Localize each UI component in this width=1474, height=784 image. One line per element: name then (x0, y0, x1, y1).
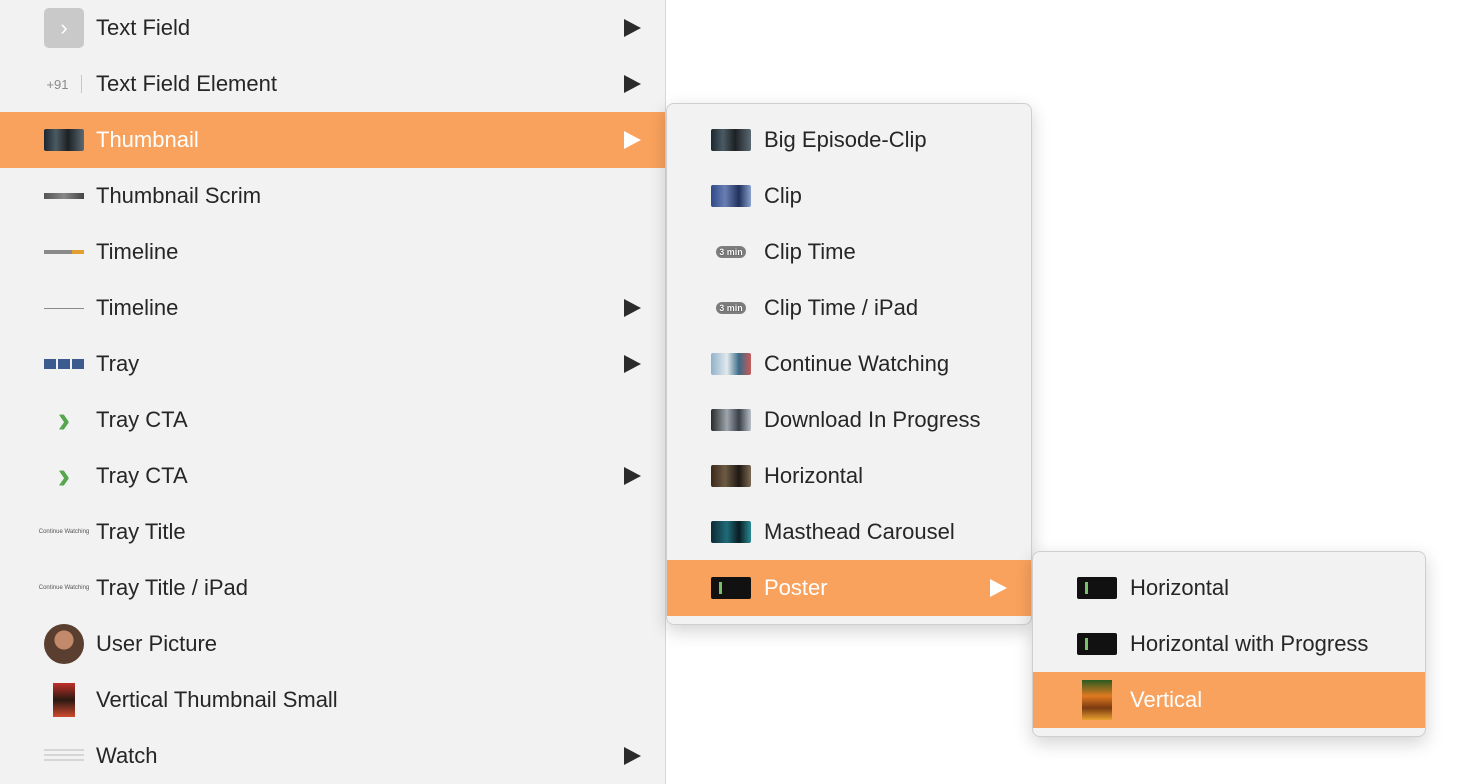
submenu-arrow-icon (624, 19, 641, 37)
poster-horizontal-icon (1077, 577, 1117, 599)
menu-item-timeline-group[interactable]: Timeline (0, 280, 665, 336)
menu-item-label: User Picture (96, 631, 218, 656)
menu-item-label: Timeline (96, 239, 179, 264)
menu-item-label: Tray CTA (96, 407, 188, 432)
poster-vertical-icon (1082, 680, 1112, 720)
menu-item-label: Tray (96, 351, 140, 376)
submenu-arrow-icon (624, 355, 641, 373)
poster-thumbnail-icon (711, 577, 751, 599)
episode-thumbnail-icon (711, 129, 751, 151)
submenu-arrow-icon (624, 747, 641, 765)
menu-item-label: Clip Time / iPad (764, 295, 919, 320)
menu-item-thumbnail-scrim[interactable]: Thumbnail Scrim (0, 168, 665, 224)
submenu-item-clip[interactable]: Clip (667, 168, 1031, 224)
horizontal-thumbnail-icon (711, 465, 751, 487)
duration-pill-icon: 3 min (716, 246, 746, 258)
scrim-bar-icon (44, 193, 84, 199)
menu-item-vertical-thumbnail-small[interactable]: Vertical Thumbnail Small (0, 672, 665, 728)
submenu-item-poster[interactable]: Poster (667, 560, 1031, 616)
masthead-thumbnail-icon (711, 521, 751, 543)
download-thumbnail-icon (711, 409, 751, 431)
poster-item-horizontal-with-progress[interactable]: Horizontal with Progress (1033, 616, 1425, 672)
menu-item-tray-title[interactable]: Continue Watching Tray Title (0, 504, 665, 560)
menu-item-label: Horizontal (764, 463, 864, 488)
menu-item-text-field-element[interactable]: +91 Text Field Element (0, 56, 665, 112)
menu-item-label: Text Field (96, 15, 191, 40)
menu-item-label: Clip (764, 183, 802, 208)
menu-item-label: Vertical Thumbnail Small (96, 687, 338, 712)
menu-item-label: Clip Time (764, 239, 856, 264)
menu-item-label: Big Episode-Clip (764, 127, 927, 152)
submenu-item-masthead-carousel[interactable]: Masthead Carousel (667, 504, 1031, 560)
submenu-item-clip-time[interactable]: 3 min Clip Time (667, 224, 1031, 280)
watch-lines-icon (44, 749, 84, 763)
menu-item-label: Horizontal with Progress (1130, 631, 1369, 656)
menu-item-text-field[interactable]: › Text Field (0, 0, 665, 56)
menu-item-label: Timeline (96, 295, 179, 320)
menu-item-label: Vertical (1130, 687, 1203, 712)
submenu-arrow-icon (624, 467, 641, 485)
menu-item-label: Text Field Element (96, 71, 277, 96)
chevron-right-square-icon: › (44, 8, 84, 48)
menu-item-label: Masthead Carousel (764, 519, 955, 544)
submenu-item-download-in-progress[interactable]: Download In Progress (667, 392, 1031, 448)
submenu-item-continue-watching[interactable]: Continue Watching (667, 336, 1031, 392)
timeline-progress-icon (44, 250, 84, 254)
menu-item-label: Tray Title (96, 519, 186, 544)
menu-item-tray[interactable]: Tray (0, 336, 665, 392)
submenu-arrow-icon (624, 299, 641, 317)
submenu-arrow-icon (624, 131, 641, 149)
menu-item-watch[interactable]: Watch (0, 728, 665, 784)
green-chevron-icon: › (57, 399, 71, 441)
timeline-line-icon (44, 307, 84, 309)
tray-title-text-icon: Continue Watching (38, 529, 90, 535)
submenu-arrow-icon (990, 579, 1007, 597)
tray-title-text-icon: Continue Watching (38, 585, 90, 591)
thumbnail-submenu: Big Episode-Clip Clip 3 min Clip Time 3 … (666, 103, 1032, 625)
continue-watching-thumbnail-icon (711, 353, 751, 375)
poster-item-horizontal[interactable]: Horizontal (1033, 560, 1425, 616)
poster-horizontal-progress-icon (1077, 633, 1117, 655)
poster-item-vertical[interactable]: Vertical (1033, 672, 1425, 728)
submenu-item-horizontal[interactable]: Horizontal (667, 448, 1031, 504)
menu-item-label: Tray Title / iPad (96, 575, 249, 600)
vertical-thumbnail-icon (53, 683, 75, 717)
menu-item-label: Horizontal (1130, 575, 1230, 600)
menu-item-label: Poster (764, 575, 828, 600)
menu-item-user-picture[interactable]: User Picture (0, 616, 665, 672)
poster-submenu: Horizontal Horizontal with Progress Vert… (1032, 551, 1426, 737)
menu-item-thumbnail[interactable]: Thumbnail (0, 112, 665, 168)
thumbnail-image-icon (44, 129, 84, 151)
menu-item-timeline[interactable]: Timeline (0, 224, 665, 280)
green-chevron-icon: › (57, 455, 71, 497)
submenu-item-big-episode-clip[interactable]: Big Episode-Clip (667, 112, 1031, 168)
menu-item-label: Thumbnail (96, 127, 199, 152)
duration-pill-icon: 3 min (716, 302, 746, 314)
menu-item-label: Continue Watching (764, 351, 950, 376)
submenu-arrow-icon (624, 75, 641, 93)
country-code-prefix-icon: +91 (46, 75, 82, 93)
menu-item-tray-cta-group[interactable]: › Tray CTA (0, 448, 665, 504)
menu-item-label: Tray CTA (96, 463, 188, 488)
menu-item-label: Watch (96, 743, 158, 768)
menu-item-label: Thumbnail Scrim (96, 183, 262, 208)
menu-item-tray-title-ipad[interactable]: Continue Watching Tray Title / iPad (0, 560, 665, 616)
tray-thumbnails-icon (44, 359, 84, 369)
menu-item-label: Download In Progress (764, 407, 981, 432)
component-menu: › Text Field +91 Text Field Element Thum… (0, 0, 666, 784)
submenu-item-clip-time-ipad[interactable]: 3 min Clip Time / iPad (667, 280, 1031, 336)
clip-thumbnail-icon (711, 185, 751, 207)
menu-item-tray-cta[interactable]: › Tray CTA (0, 392, 665, 448)
user-avatar-icon (44, 624, 84, 664)
